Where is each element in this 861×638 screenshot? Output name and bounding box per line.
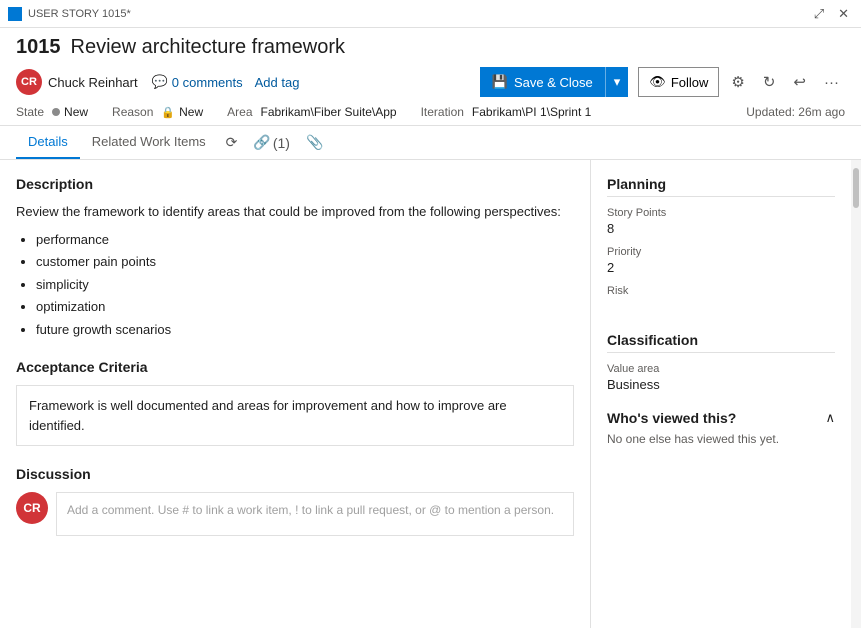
- comments-button[interactable]: 💬 0 comments: [152, 74, 243, 90]
- comment-placeholder: Add a comment. Use # to link a work item…: [67, 503, 554, 517]
- follow-label: Follow: [671, 75, 709, 90]
- whos-viewed-section: Who's viewed this? ∧ No one else has vie…: [607, 410, 835, 446]
- more-button[interactable]: ···: [818, 70, 845, 95]
- updated-text: Updated: 26m ago: [746, 105, 845, 119]
- tabs-bar: Details Related Work Items ⟳ 🔗 (1) 📎: [0, 126, 861, 160]
- planning-title: Planning: [607, 176, 835, 197]
- follow-icon: 👁: [649, 74, 666, 90]
- iteration-label: Iteration: [421, 105, 464, 119]
- acceptance-criteria-text: Framework is well documented and areas f…: [16, 385, 574, 446]
- comment-count: 0 comments: [172, 75, 243, 90]
- save-close-label: Save & Close: [514, 75, 593, 90]
- save-close-dropdown-button[interactable]: ▾: [605, 67, 629, 97]
- title-bar-controls: ⤢ ✕: [810, 6, 853, 22]
- bullet-customer-pain: customer pain points: [36, 252, 574, 272]
- save-icon: 💾: [492, 74, 508, 90]
- area-label: Area: [227, 105, 252, 119]
- avatar: CR: [16, 69, 42, 95]
- link-icon: 🔗: [253, 134, 270, 151]
- iteration-field: Iteration Fabrikam\PI 1\Sprint 1: [421, 105, 592, 119]
- left-panel: Description Review the framework to iden…: [0, 160, 591, 628]
- author-name: Chuck Reinhart: [48, 75, 138, 90]
- area-field: Area Fabrikam\Fiber Suite\App: [227, 105, 396, 119]
- refresh-button[interactable]: ↻: [757, 69, 782, 95]
- toolbar: CR Chuck Reinhart 💬 0 comments Add tag 💾…: [16, 67, 845, 97]
- comment-input[interactable]: Add a comment. Use # to link a work item…: [56, 492, 574, 536]
- undo-button[interactable]: ↩: [787, 69, 812, 95]
- state-label: State: [16, 105, 44, 119]
- state-value: New: [52, 105, 88, 119]
- tab-related-work-items[interactable]: Related Work Items: [80, 126, 218, 159]
- main-header: 1015 Review architecture framework CR Ch…: [0, 28, 861, 126]
- links-button[interactable]: 🔗 (1): [245, 128, 298, 157]
- description-bullets: performance customer pain points simplic…: [36, 230, 574, 340]
- save-close-group: 💾 Save & Close ▾: [480, 67, 628, 97]
- classification-title: Classification: [607, 332, 835, 353]
- story-points-label: Story Points: [607, 207, 835, 219]
- discussion-title: Discussion: [16, 466, 574, 482]
- planning-section: Planning Story Points 8 Priority 2 Risk: [607, 176, 835, 314]
- priority-value: 2: [607, 260, 835, 275]
- priority-label: Priority: [607, 246, 835, 258]
- classification-section: Classification Value area Business: [607, 332, 835, 392]
- description-title: Description: [16, 176, 574, 192]
- title-bar: USER STORY 1015* ⤢ ✕: [0, 0, 861, 28]
- title-bar-left: USER STORY 1015*: [8, 7, 131, 21]
- lock-icon: 🔒: [161, 106, 175, 119]
- app-logo-icon: [8, 7, 22, 21]
- bullet-simplicity: simplicity: [36, 275, 574, 295]
- state-dot-icon: [52, 108, 60, 116]
- reason-field: Reason 🔒 New: [112, 105, 203, 119]
- work-item-id: 1015: [16, 36, 61, 59]
- reason-label: Reason: [112, 105, 153, 119]
- close-button[interactable]: ✕: [834, 6, 853, 22]
- save-close-button[interactable]: 💾 Save & Close: [480, 67, 605, 97]
- bullet-future-growth: future growth scenarios: [36, 320, 574, 340]
- add-tag-button[interactable]: Add tag: [255, 75, 300, 90]
- content-area: Description Review the framework to iden…: [0, 160, 861, 628]
- story-points-value: 8: [607, 221, 835, 236]
- value-area-value: Business: [607, 377, 835, 392]
- settings-button[interactable]: ⚙: [725, 69, 750, 95]
- follow-button[interactable]: 👁 Follow: [638, 67, 719, 97]
- discussion-section: Discussion CR Add a comment. Use # to li…: [16, 466, 574, 536]
- collapse-icon: ∧: [825, 410, 835, 426]
- links-count: (1): [273, 135, 290, 151]
- risk-value: [607, 299, 835, 314]
- history-button[interactable]: ⟳: [218, 128, 246, 157]
- work-item-title: Review architecture framework: [71, 36, 346, 59]
- tab-details[interactable]: Details: [16, 126, 80, 159]
- value-area-label: Value area: [607, 363, 835, 375]
- no-views-text: No one else has viewed this yet.: [607, 432, 835, 446]
- reason-value: 🔒 New: [161, 105, 203, 119]
- right-panel: Planning Story Points 8 Priority 2 Risk …: [591, 160, 851, 628]
- scrollbar-thumb: [853, 168, 859, 208]
- work-item-title-row: 1015 Review architecture framework: [16, 36, 845, 59]
- expand-button[interactable]: ⤢: [810, 6, 828, 22]
- title-bar-app-name: USER STORY 1015*: [28, 8, 131, 20]
- comment-icon: 💬: [152, 74, 168, 90]
- state-field: State New: [16, 105, 88, 119]
- whos-viewed-header[interactable]: Who's viewed this? ∧: [607, 410, 835, 426]
- risk-label: Risk: [607, 285, 835, 297]
- description-text: Review the framework to identify areas t…: [16, 202, 574, 222]
- acceptance-criteria-title: Acceptance Criteria: [16, 359, 574, 375]
- whos-viewed-title: Who's viewed this?: [607, 410, 736, 426]
- description-section: Description Review the framework to iden…: [16, 176, 574, 339]
- comment-area: CR Add a comment. Use # to link a work i…: [16, 492, 574, 536]
- attachments-button[interactable]: 📎: [298, 128, 331, 157]
- main-scrollbar[interactable]: [851, 160, 861, 628]
- iteration-value: Fabrikam\PI 1\Sprint 1: [472, 105, 591, 119]
- discussion-avatar: CR: [16, 492, 48, 524]
- meta-row: State New Reason 🔒 New Area Fabrikam\Fib…: [16, 105, 845, 119]
- bullet-performance: performance: [36, 230, 574, 250]
- acceptance-criteria-section: Acceptance Criteria Framework is well do…: [16, 359, 574, 446]
- bullet-optimization: optimization: [36, 297, 574, 317]
- area-value: Fabrikam\Fiber Suite\App: [261, 105, 397, 119]
